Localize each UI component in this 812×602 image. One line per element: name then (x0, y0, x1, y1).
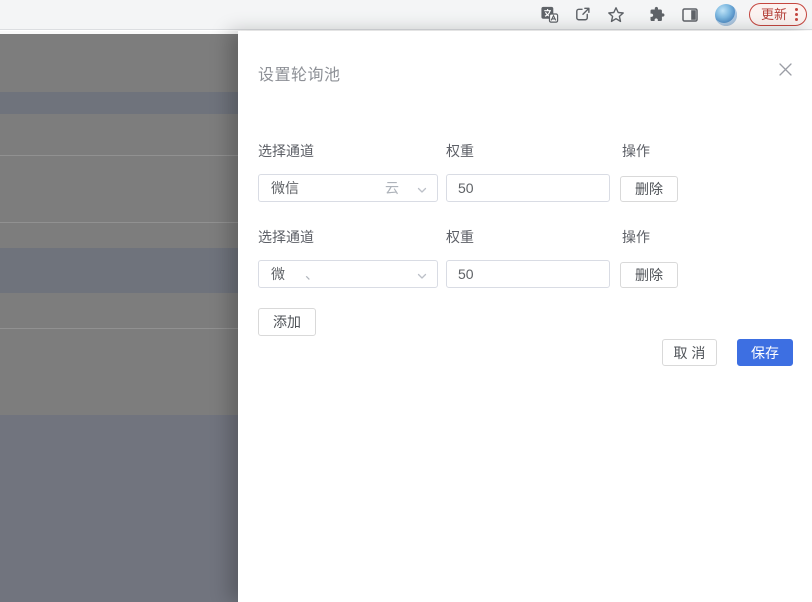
channel-select-value: 微 (271, 266, 285, 282)
dimmed-table-row-highlight (0, 248, 238, 293)
close-icon (778, 62, 792, 76)
weight-input[interactable] (446, 174, 610, 202)
channel-label: 选择通道 (258, 143, 314, 159)
profile-avatar[interactable] (714, 3, 737, 26)
weight-label: 权重 (446, 229, 474, 245)
close-button[interactable] (777, 61, 793, 77)
delete-button[interactable]: 删除 (620, 262, 678, 288)
settings-drawer: 设置轮询池 选择通道 权重 操作 微信云 删除 选择通道 权重 操作 微、 (238, 31, 812, 602)
weight-input[interactable] (446, 260, 610, 288)
page-top-strip (0, 31, 238, 34)
extensions-icon[interactable] (647, 5, 667, 25)
chevron-down-icon (416, 183, 428, 199)
share-icon[interactable] (573, 5, 593, 25)
action-label: 操作 (622, 143, 650, 159)
redacted-text: 云 (385, 180, 399, 196)
channel-select[interactable]: 微信 云 (258, 174, 438, 202)
redacted-text: 、 (305, 266, 319, 282)
action-label: 操作 (622, 229, 650, 245)
dimmed-table-divider (0, 328, 238, 329)
dimmed-table-row-highlight (0, 92, 238, 114)
drawer-mask-overlay[interactable] (0, 31, 238, 602)
kebab-menu-icon[interactable] (794, 6, 799, 23)
update-button-label: 更新 (760, 7, 787, 22)
delete-button[interactable]: 删除 (620, 176, 678, 202)
dimmed-table-divider (0, 155, 238, 156)
channel-select-value: 微信 (271, 180, 299, 196)
dimmed-table-divider (0, 222, 238, 223)
channel-select[interactable]: 微、 (258, 260, 438, 288)
channel-label: 选择通道 (258, 229, 314, 245)
browser-toolbar: 更新 (0, 0, 812, 30)
chevron-down-icon (416, 269, 428, 285)
bookmark-star-icon[interactable] (606, 5, 626, 25)
cancel-button[interactable]: 取 消 (662, 339, 717, 366)
translate-icon[interactable] (540, 5, 560, 25)
add-button[interactable]: 添加 (258, 308, 316, 336)
drawer-title: 设置轮询池 (258, 67, 341, 84)
dimmed-page-footer-area (0, 415, 238, 602)
save-button[interactable]: 保存 (737, 339, 793, 366)
update-button[interactable]: 更新 (748, 3, 807, 26)
weight-label: 权重 (446, 143, 474, 159)
side-panel-icon[interactable] (680, 5, 700, 25)
page-content: 设置轮询池 选择通道 权重 操作 微信云 删除 选择通道 权重 操作 微、 (0, 31, 812, 602)
